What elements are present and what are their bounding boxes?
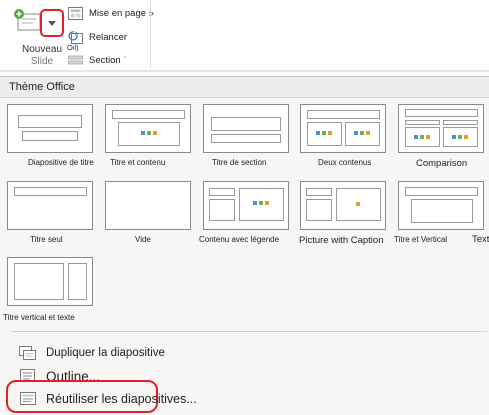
reset-button[interactable]: Relancer	[68, 30, 127, 44]
layout-label-title-vertical: Titre et Vertical	[394, 235, 448, 244]
title-placeholder	[306, 188, 332, 196]
text-placeholder	[306, 199, 332, 221]
chevron-down-icon	[48, 21, 56, 26]
menu-item-duplicate-label: Dupliquer la diapositive	[46, 347, 165, 359]
content-placeholder	[118, 122, 180, 146]
duplicate-slides-icon	[18, 346, 38, 360]
content-icons	[452, 135, 468, 139]
layout-thumb-content-caption[interactable]	[203, 181, 289, 230]
content-icons	[354, 131, 370, 135]
layout-label-title-content: Titre et contenu	[110, 158, 166, 167]
content-icons	[316, 131, 332, 135]
title-placeholder	[209, 188, 235, 196]
layout-thumb-picture-caption[interactable]	[300, 181, 386, 230]
heading-placeholder-right	[443, 120, 478, 125]
title-placeholder	[14, 187, 87, 196]
gallery-menu-divider	[11, 331, 487, 332]
heading-placeholder-left	[405, 120, 440, 125]
layout-thumb-vertical-title-text[interactable]	[7, 257, 93, 306]
layout-thumb-title-vertical[interactable]	[398, 181, 484, 230]
vertical-title-placeholder	[68, 263, 87, 300]
vertical-text-placeholder	[411, 199, 473, 223]
reuse-slides-icon	[18, 392, 38, 406]
title-placeholder	[307, 110, 380, 119]
layout-label: Mise en page »	[89, 7, 154, 19]
new-slide-label-line1: Nouveau	[21, 44, 63, 55]
reset-caption: Oil)	[67, 43, 79, 52]
content-placeholder-left	[405, 127, 440, 147]
layout-thumb-title-only[interactable]	[7, 181, 93, 230]
menu-item-reuse-label: Réutiliser les diapositives...	[46, 392, 197, 406]
layout-button[interactable]: Mise en page »	[68, 6, 154, 20]
layout-label-picture-caption: Picture with Caption	[299, 235, 384, 246]
layout-thumb-title-slide[interactable]	[7, 104, 93, 153]
menu-item-reuse-slides[interactable]: Réutiliser les diapositives...	[18, 390, 197, 408]
content-icons	[141, 131, 157, 135]
layout-label-section-header: Titre de section	[212, 158, 267, 167]
gallery-header: Thème Office	[0, 77, 489, 98]
layout-label-two-content: Deux contenus	[318, 158, 372, 167]
content-icons	[253, 201, 269, 205]
title-placeholder	[211, 117, 281, 131]
content-icons	[414, 135, 430, 139]
layout-label-title-slide: Diapositive de titre	[28, 158, 94, 167]
section-label: Section ˈ	[89, 54, 127, 66]
layout-thumb-two-content[interactable]	[300, 104, 386, 153]
content-placeholder	[239, 188, 284, 221]
menu-item-duplicate-slide[interactable]: Dupliquer la diapositive	[18, 344, 165, 362]
layout-thumb-title-content[interactable]	[105, 104, 191, 153]
layout-thumb-section-header[interactable]	[203, 104, 289, 153]
layout-label-blank: Vide	[135, 235, 151, 244]
ribbon-slides-group: Nouveau Slide Mise en page » Relancer Oi…	[0, 0, 489, 72]
reset-label: Relancer	[89, 31, 128, 43]
new-slide-label-line2: Slide	[30, 56, 54, 67]
new-slide-label[interactable]: Nouveau Slide	[18, 44, 66, 68]
title-placeholder	[112, 110, 185, 119]
layout-thumb-blank[interactable]	[105, 181, 191, 230]
ribbon-group-separator	[150, 0, 151, 68]
text-placeholder	[211, 134, 281, 143]
title-placeholder	[405, 187, 478, 196]
vertical-text-placeholder	[14, 263, 64, 300]
content-placeholder-left	[307, 122, 342, 146]
reset-icon	[68, 30, 83, 44]
gallery-header-label: Thème Office	[9, 81, 75, 93]
new-slide-button[interactable]	[13, 8, 43, 36]
picture-placeholder	[336, 188, 381, 221]
layout-label-text: Text	[472, 234, 489, 245]
layout-label-vertical-title-text: Titre vertical et texte	[3, 313, 75, 322]
layout-label-comparison: Comparison	[416, 158, 468, 169]
new-slide-gallery: Thème Office Diapositive de titre Titre …	[0, 76, 489, 415]
content-placeholder-right	[345, 122, 380, 146]
new-slide-dropdown-button[interactable]	[40, 9, 64, 37]
layout-icon	[68, 6, 83, 20]
layout-label-title-only: Titre seul	[30, 235, 63, 244]
content-placeholder-right	[443, 127, 478, 147]
subtitle-placeholder	[22, 131, 78, 141]
picture-icon	[356, 202, 360, 206]
text-placeholder	[209, 199, 235, 221]
layout-thumb-comparison[interactable]	[398, 104, 484, 153]
ribbon-bottom-border	[0, 70, 489, 72]
layout-label-content-caption: Contenu avec légende	[199, 235, 280, 244]
new-slide-icon	[14, 9, 41, 31]
title-placeholder	[405, 109, 478, 117]
title-placeholder	[18, 115, 82, 128]
section-icon	[68, 54, 83, 67]
section-button[interactable]: Section ˈ	[68, 53, 127, 67]
